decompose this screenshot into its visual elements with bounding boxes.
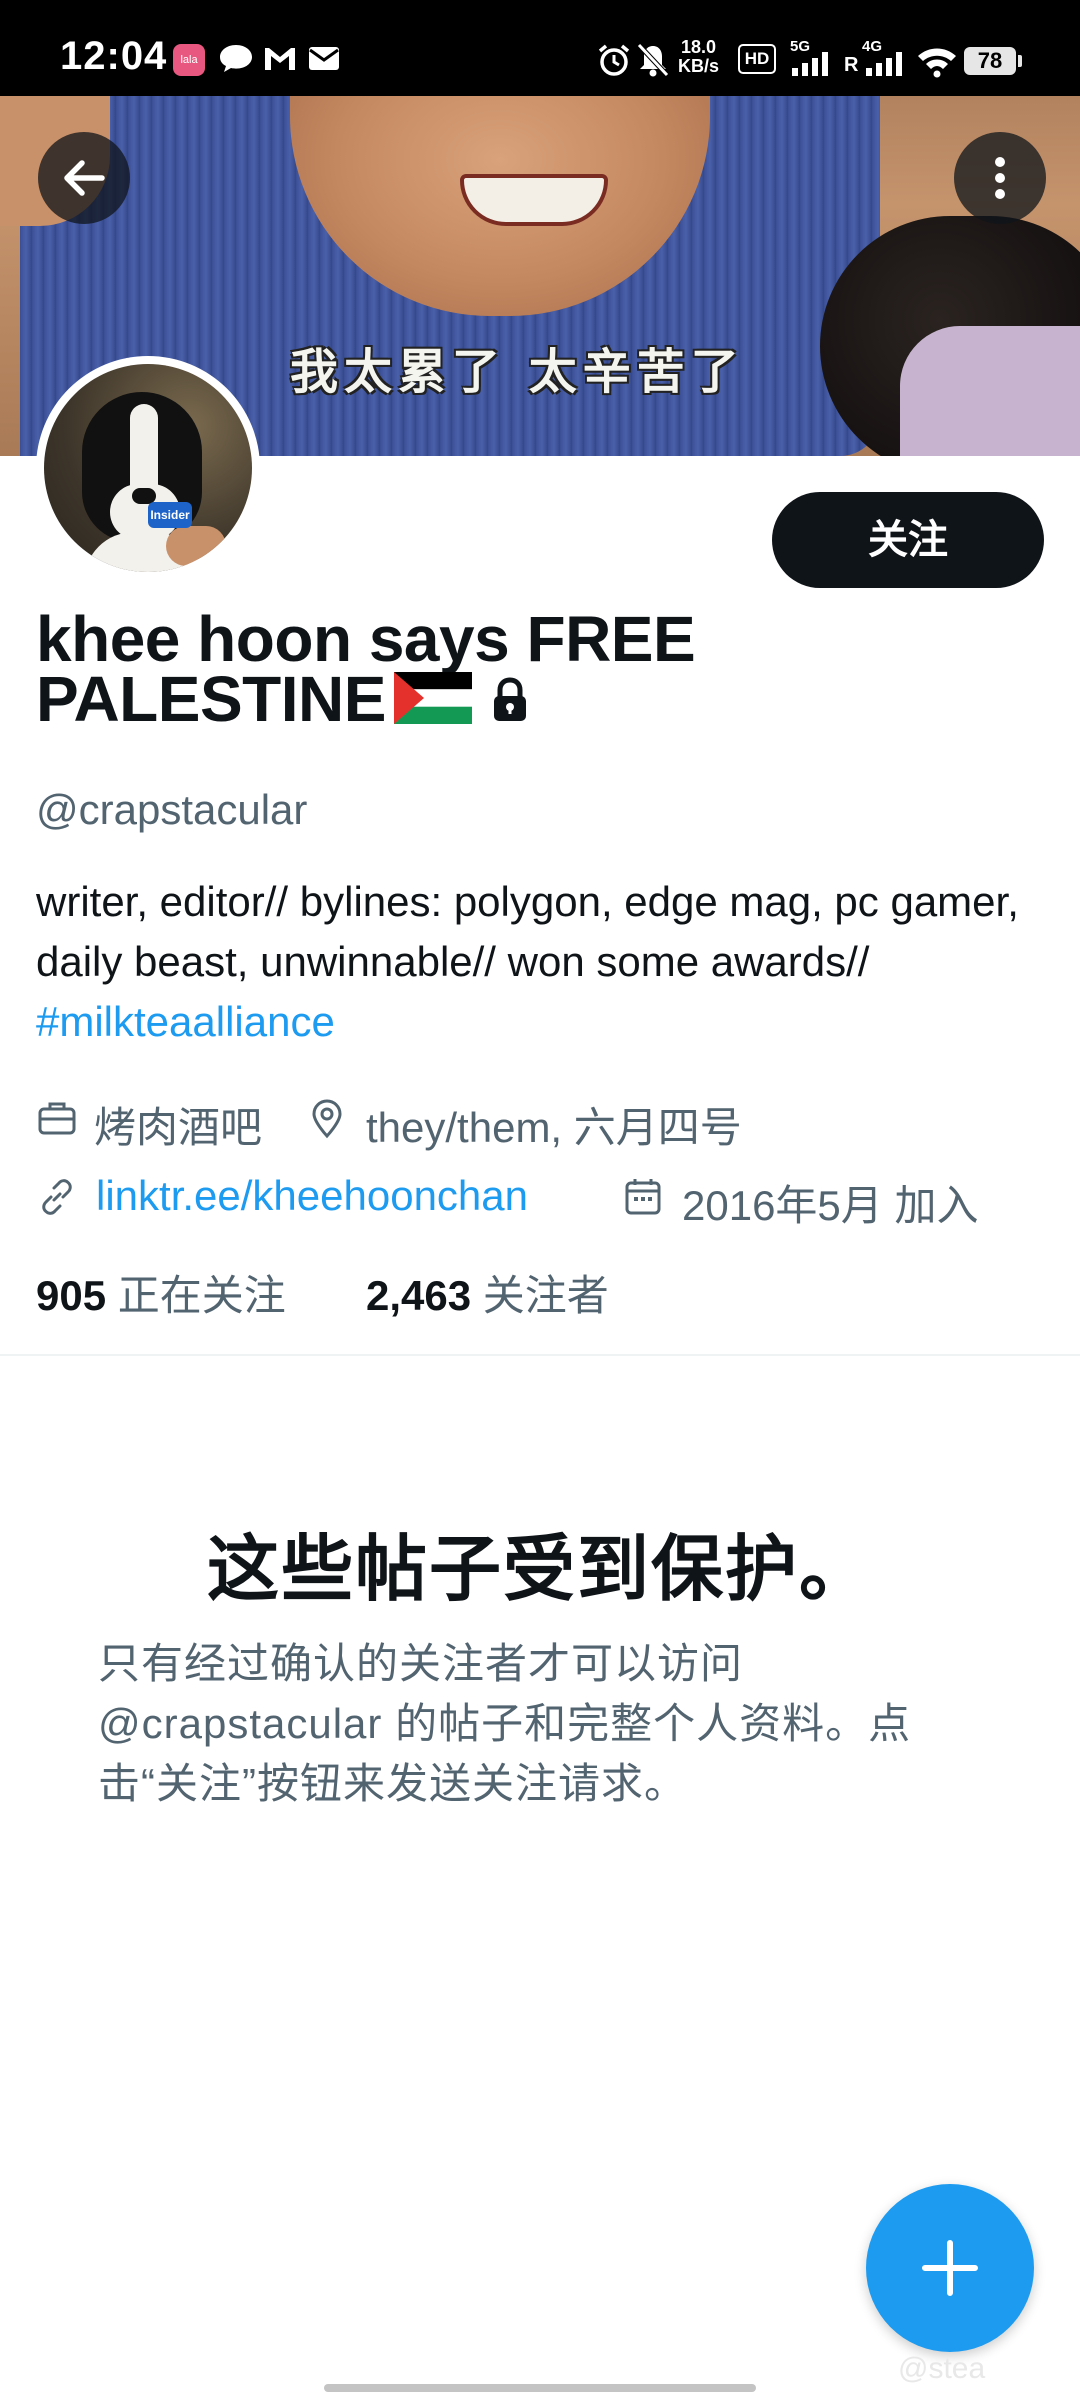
mail-notification-icon <box>309 47 339 70</box>
compose-fab-button[interactable] <box>866 2184 1034 2352</box>
gmail-notification-icon <box>265 48 295 70</box>
profile-joined-text: 2016年5月 加入 <box>682 1182 979 1229</box>
plus-icon <box>922 2240 978 2296</box>
profile-location-text: they/them, 六月四号 <box>366 1104 742 1151</box>
profile-category-text: 烤肉酒吧 <box>94 1104 263 1151</box>
display-name-line-2-text: PALESTINE <box>36 663 386 735</box>
protected-lock-icon <box>493 677 526 722</box>
sim1-signal-icon <box>792 52 828 76</box>
following-label: 正在关注 <box>117 1272 286 1319</box>
profile-screen: 12:04 lala 18.0 KB/s HD 5G R 4G 78 我太累了 … <box>0 0 1080 2400</box>
sim2-signal-icon <box>866 52 902 76</box>
banner-teeth <box>460 174 608 226</box>
watermark: @stea <box>898 2352 986 2385</box>
protected-description: 只有经过确认的关注者才可以访问 @crapstacular 的帖子和完整个人资料… <box>98 1640 912 1807</box>
back-button[interactable] <box>38 132 130 224</box>
mute-bell-icon <box>637 43 669 77</box>
palestine-flag-icon <box>393 672 472 725</box>
avatar-microphone-logo: Insider <box>148 502 192 528</box>
avatar-hand <box>166 526 226 566</box>
home-indicator[interactable] <box>324 2384 756 2392</box>
location-pin-icon <box>312 1099 342 1139</box>
user-handle: @crapstacular <box>36 786 308 833</box>
following-count: 905 <box>36 1272 107 1319</box>
bio-text: writer, editor// bylines: polygon, edge … <box>36 878 1019 985</box>
roaming-indicator: R <box>844 54 859 76</box>
network-speed-unit: KB/s <box>678 56 720 76</box>
following-stat[interactable]: 905 正在关注 <box>36 1262 286 1323</box>
calendar-icon <box>625 1179 661 1215</box>
display-name: khee hoon says FREE PALESTINE <box>36 603 776 731</box>
briefcase-icon <box>38 1102 76 1135</box>
battery-tip <box>1018 55 1022 67</box>
notification-app-icon: lala <box>173 44 205 76</box>
link-icon <box>42 1179 72 1215</box>
protected-title: 这些帖子受到保护。 <box>206 1530 873 1610</box>
battery-indicator: 78 <box>964 47 1016 75</box>
alarm-icon <box>598 44 630 76</box>
followers-label: 关注者 <box>482 1272 609 1319</box>
profile-website-link[interactable]: linktr.ee/kheehoonchan <box>96 1172 528 1220</box>
avatar-image: Insider <box>44 364 252 572</box>
banner-sleeve <box>900 326 1080 456</box>
chat-notification-icon <box>220 45 252 72</box>
network-speed-value: 18.0 <box>680 37 717 57</box>
section-divider <box>0 1354 1080 1356</box>
wifi-icon <box>918 48 956 78</box>
status-time: 12:04 <box>60 34 168 78</box>
status-bar: 12:04 lala 18.0 KB/s HD 5G R 4G 78 <box>0 0 1080 96</box>
followers-count: 2,463 <box>366 1272 472 1319</box>
display-name-line-1: khee hoon says FREE <box>36 603 696 675</box>
followers-stat[interactable]: 2,463 关注者 <box>366 1262 609 1323</box>
bio: writer, editor// bylines: polygon, edge … <box>36 872 1046 1052</box>
network-speed: 18.0 KB/s <box>678 38 719 76</box>
display-name-line-2: PALESTINE <box>36 667 776 731</box>
avatar[interactable]: Insider <box>36 356 260 580</box>
hd-voice-icon: HD <box>738 44 776 74</box>
follow-button[interactable]: 关注 <box>772 492 1044 588</box>
arrow-left-icon <box>64 160 105 196</box>
banner-caption: 我太累了 太辛苦了 <box>290 344 745 400</box>
bio-hashtag-link[interactable]: #milkteaalliance <box>36 998 335 1045</box>
more-vertical-icon <box>995 157 1005 199</box>
more-options-button[interactable] <box>954 132 1046 224</box>
